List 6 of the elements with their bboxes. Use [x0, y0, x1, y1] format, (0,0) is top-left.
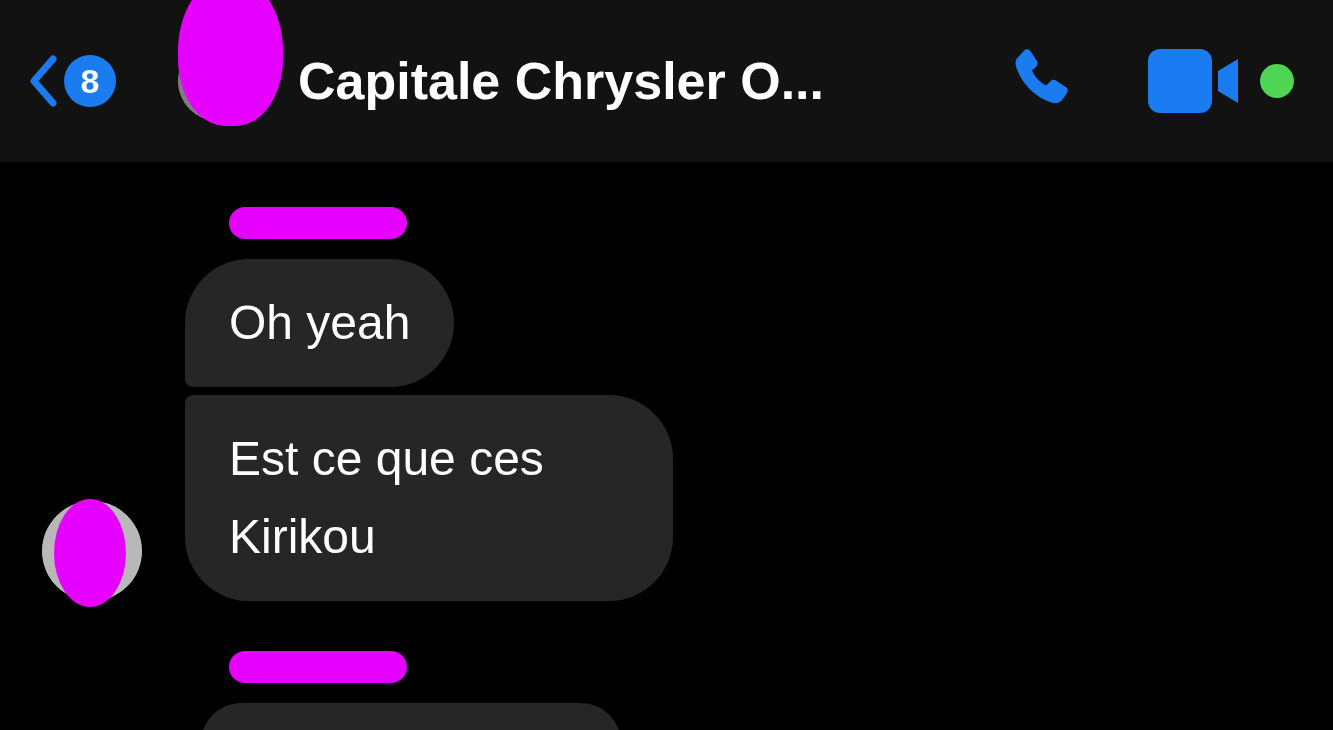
message-bubble: Oh yeah: [185, 259, 455, 387]
back-button[interactable]: 8: [28, 55, 116, 107]
chat-title: Capitale Chrysler O...: [298, 51, 825, 111]
chevron-left-icon: [28, 55, 58, 107]
message-bubble: Est ce que ces Kirikou: [185, 395, 673, 601]
unread-badge: 8: [64, 55, 116, 107]
